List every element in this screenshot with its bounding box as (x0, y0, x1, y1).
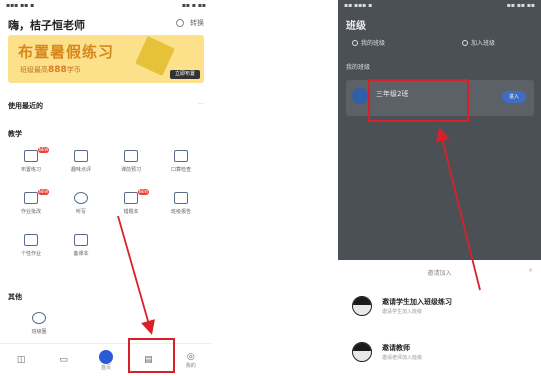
nav-home[interactable]: 首页 (91, 349, 121, 371)
status-time: ▪▪ ▪ ▪▪ (181, 2, 206, 9)
tool-item[interactable]: 备课本 (64, 234, 98, 268)
tool-item[interactable]: NEW 错题本 (114, 189, 149, 226)
student-avatar (352, 296, 372, 316)
invite-teacher-item[interactable]: 邀请教师 邀请老师加入班级 (352, 340, 532, 364)
banner-subtitle-suffix: 学币 (66, 66, 81, 74)
tool-label: 个性作业 (20, 251, 41, 257)
teacher-home-screen: ▪▪▪ ▪▪ ▪ ▪▪ ▪ ▪▪ 嗨，桔子恒老师 转换 布置暑假练习 班级最高8… (0, 0, 212, 376)
tool-label: 错题本 (123, 209, 139, 215)
tool-item[interactable]: 个性作业 (14, 234, 48, 268)
gift-cube-icon (135, 36, 175, 76)
close-icon[interactable]: × (528, 267, 533, 274)
tool-item[interactable]: 班级报告 (164, 192, 198, 226)
tool-class-circle[interactable]: 班级圈 (22, 312, 56, 346)
tool-item[interactable]: NEW 作业批改 (14, 189, 49, 226)
class-name-highlight (368, 79, 469, 122)
page-title: 班级 (346, 21, 366, 32)
teaching-section-title: 教学 (8, 130, 22, 138)
new-badge: NEW (38, 189, 49, 195)
nav-book[interactable]: ◫ (6, 355, 36, 365)
new-badge: NEW (138, 189, 149, 195)
my-class-section-title: 我的班级 (346, 64, 371, 71)
banner-subtitle-value: 888 (48, 65, 67, 75)
bottom-navigation: ◫ ▭ 首页 ▤ ◎ 我的 (0, 343, 212, 376)
option-label: 我的班级 (361, 40, 386, 47)
tool-label: 布置练习 (20, 167, 41, 173)
status-bar: ▪▪▪ ▪▪ ▪ ▪▪ ▪ ▪▪ (0, 0, 212, 10)
tool-item[interactable]: 趣味点评 (64, 150, 98, 184)
summer-practice-banner[interactable]: 布置暑假练习 班级最高888学币 立即布置 (8, 35, 204, 83)
banner-assign-button[interactable]: 立即布置 (170, 70, 200, 79)
cloud-icon (32, 312, 46, 324)
top-actions: 转换 (176, 18, 204, 28)
class-avatar (352, 88, 368, 104)
chat-icon: NEW (24, 147, 49, 162)
radio-icon (462, 39, 468, 46)
item-label: 邀请教师 (382, 344, 410, 352)
item-label: 邀请学生加入班级练习 (382, 298, 452, 306)
teacher-avatar (352, 342, 372, 362)
banner-title: 布置暑假练习 (18, 43, 115, 61)
tool-label: 口算检查 (170, 167, 191, 173)
item-subtitle: 邀请学生加入班级 (382, 309, 423, 315)
join-class-option[interactable]: 加入班级 (462, 38, 495, 47)
status-carrier: ▪▪▪ ▪▪ ▪ (6, 2, 35, 9)
recent-section-title: 使用最近的 (8, 102, 43, 110)
class-screen: ▪▪ ▪▪▪ ▪ ▪▪ ▪▪ ▪▪ 班级 我的班级 加入班级 我的班级 三年级2… (338, 0, 541, 376)
tool-label: 备课本 (73, 251, 89, 257)
image-doc-icon (24, 234, 38, 246)
my-class-option[interactable]: 我的班级 (352, 38, 385, 47)
class-tab-highlight (128, 338, 175, 373)
chat-icon: ▭ (59, 355, 68, 365)
status-carrier: ▪▪ ▪▪▪ ▪ (344, 2, 373, 9)
greeting-text: 嗨，桔子恒老师 (8, 19, 85, 32)
banner-subtitle-prefix: 班级最高 (20, 66, 48, 74)
dimmed-background: ▪▪ ▪▪▪ ▪ ▪▪ ▪▪ ▪▪ 班级 我的班级 加入班级 我的班级 三年级2… (338, 0, 541, 260)
tool-label: 课前预习 (120, 167, 141, 173)
tool-label: 趣味点评 (70, 167, 91, 173)
nav-chat[interactable]: ▭ (49, 355, 79, 365)
heart-chat-icon (74, 150, 88, 162)
status-time: ▪▪ ▪▪ ▪▪ (506, 2, 535, 9)
item-subtitle: 邀请老师加入班级 (382, 355, 423, 361)
nav-label: 我的 (185, 362, 196, 369)
switch-button[interactable]: 转换 (190, 18, 204, 28)
option-label: 加入班级 (471, 40, 496, 47)
invite-student-item[interactable]: 邀请学生加入班级练习 邀请学生加入班级 (352, 294, 532, 318)
new-badge: NEW (38, 147, 49, 153)
plus-doc-icon (124, 150, 138, 162)
nav-label: 首页 (100, 364, 111, 371)
check-doc-icon: NEW (24, 189, 49, 204)
tool-label: 班级圈 (31, 329, 47, 335)
recent-more-icon[interactable]: ··· (198, 101, 204, 108)
book-icon: ◫ (16, 355, 26, 365)
tool-item[interactable]: 口算检查 (164, 150, 198, 184)
status-bar: ▪▪ ▪▪▪ ▪ ▪▪ ▪▪ ▪▪ (338, 0, 541, 10)
nav-profile[interactable]: ◎ 我的 (176, 352, 206, 369)
enter-class-button[interactable]: 进入 (502, 91, 526, 103)
tool-label: 班级报告 (170, 209, 191, 215)
home-icon (98, 349, 113, 364)
headphone-icon (74, 192, 88, 204)
doc-icon (174, 150, 188, 162)
book-icon (174, 192, 188, 204)
tool-item[interactable]: 听写 (64, 192, 98, 226)
scan-icon[interactable] (176, 19, 184, 27)
bookmark-icon (74, 234, 88, 246)
tool-item[interactable]: NEW 布置练习 (14, 147, 49, 184)
invite-sheet: 邀请加入 × 邀请学生加入班级练习 邀请学生加入班级 邀请教师 邀请老师加入班级 (338, 260, 541, 376)
user-icon: ◎ (186, 351, 195, 362)
banner-subtitle: 班级最高888学币 (20, 65, 81, 75)
radio-icon (352, 39, 358, 46)
frame-icon: NEW (124, 189, 149, 204)
tool-label: 听写 (75, 209, 86, 215)
tool-item[interactable]: 课前预习 (114, 150, 148, 184)
sheet-title: 邀请加入 (427, 270, 452, 277)
tool-label: 作业批改 (20, 209, 41, 215)
other-section-title: 其他 (8, 293, 22, 301)
